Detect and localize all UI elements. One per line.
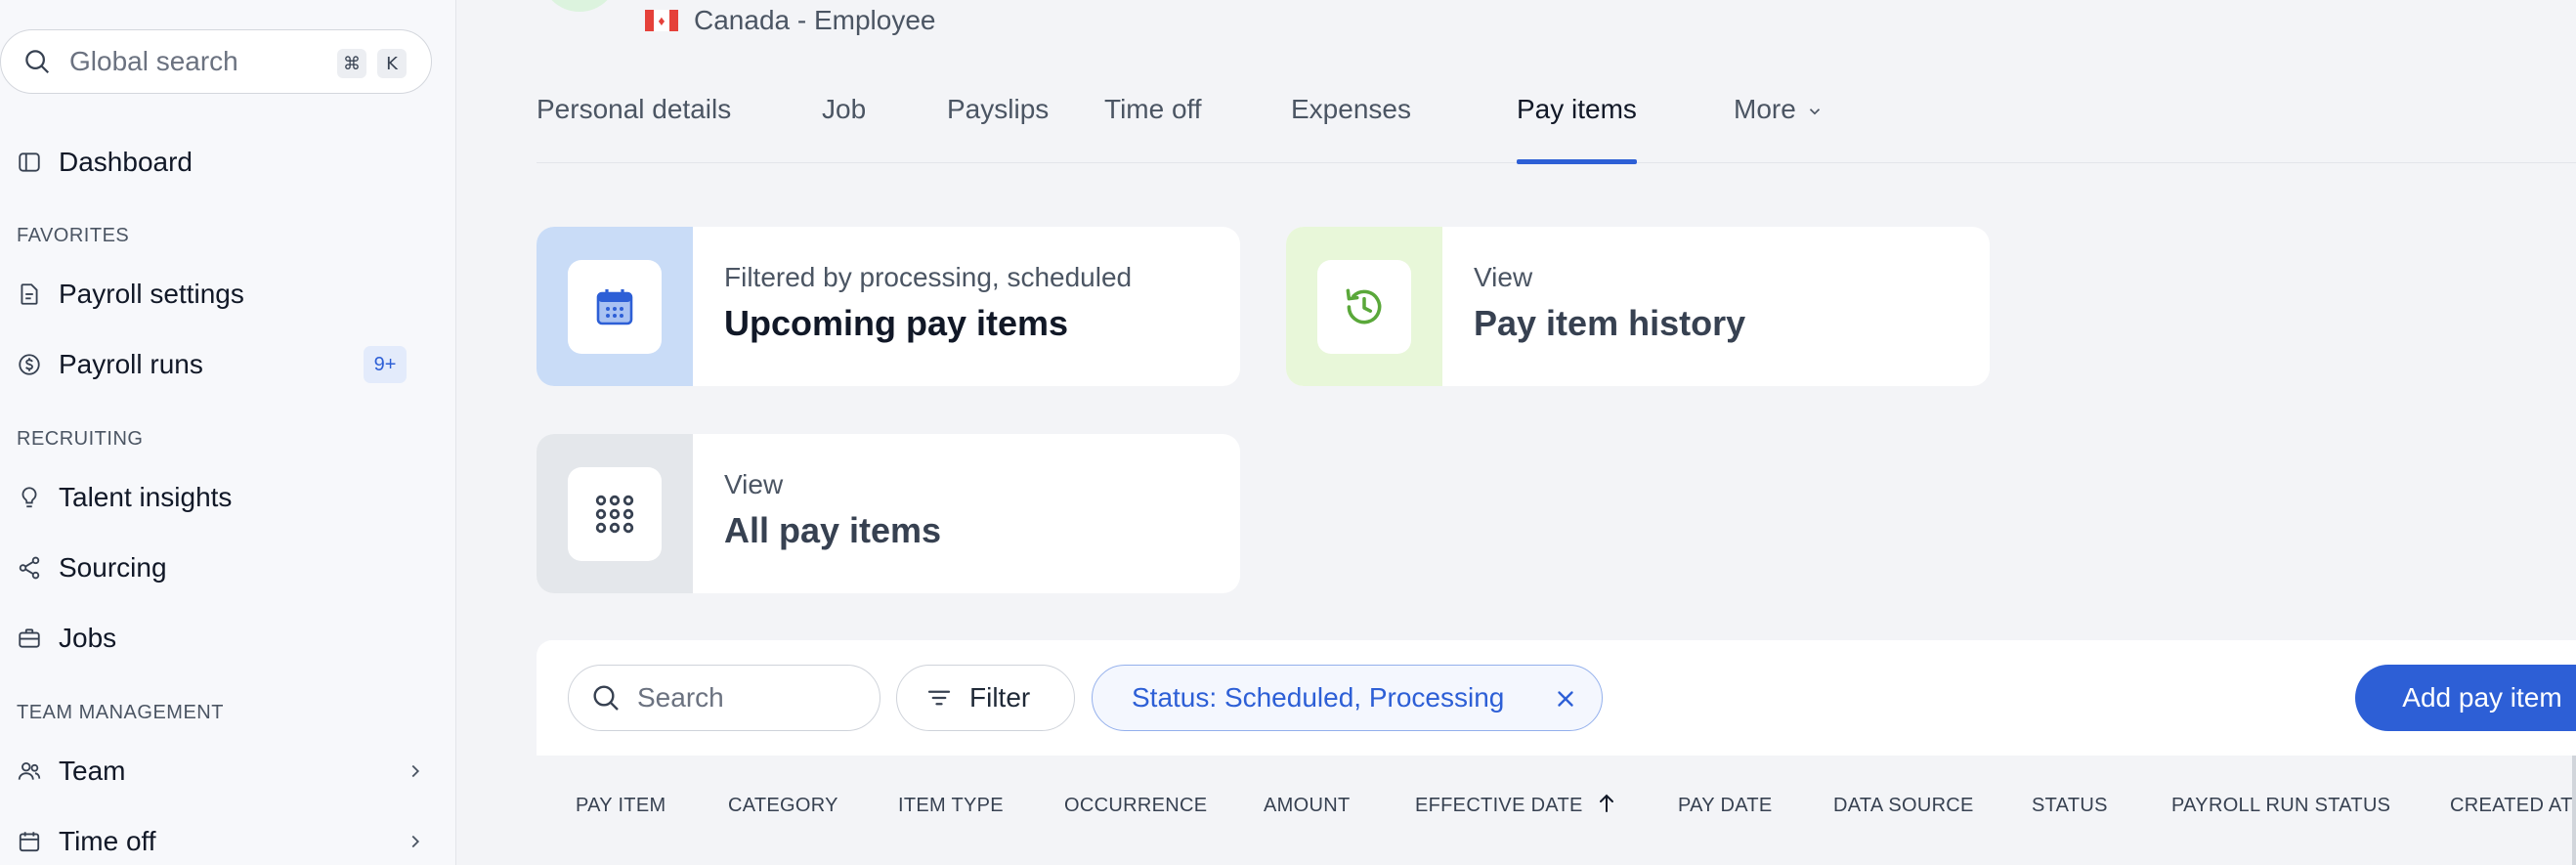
sidebar-item-jobs[interactable]: Jobs [16, 617, 426, 660]
profile-tabs: Personal details Job Payslips Time off E… [537, 88, 2576, 164]
card-icon-area [1286, 227, 1442, 386]
card-subtitle: View [1474, 262, 1533, 292]
search-icon [25, 50, 50, 74]
column-header[interactable]: AMOUNT [1264, 795, 1350, 817]
table-header: PAY ITEM CATEGORY ITEM TYPE OCCURRENCE A… [537, 756, 2576, 865]
section-team-management: TEAM MANAGEMENT [17, 702, 224, 723]
dollar-circle-icon [16, 351, 43, 378]
status-filter-chip[interactable]: Status: Scheduled, Processing [1092, 665, 1603, 731]
sidebar-item-time-off[interactable]: Time off [16, 820, 426, 863]
tab-payslips[interactable]: Payslips [947, 94, 1049, 163]
column-header[interactable]: PAY DATE [1678, 795, 1773, 817]
shortcut-cmd-key: ⌘ [337, 49, 366, 78]
column-header[interactable]: OCCURRENCE [1064, 795, 1207, 817]
calendar-grid-icon [596, 288, 633, 324]
sidebar-item-team[interactable]: Team [16, 750, 426, 793]
canada-flag-icon: ♦ [645, 10, 678, 31]
sidebar-item-label: Team [59, 756, 126, 786]
share-nodes-icon [16, 554, 43, 582]
tab-time-off[interactable]: Time off [1104, 94, 1202, 163]
search-placeholder: Search [637, 682, 724, 713]
card-icon-area [537, 227, 693, 386]
tab-more-label: More [1734, 94, 1796, 124]
card-title: All pay items [724, 510, 942, 550]
close-icon[interactable] [1553, 686, 1578, 712]
column-header[interactable]: CATEGORY [728, 795, 838, 817]
sort-ascending-arrow-icon [1599, 794, 1613, 812]
lightbulb-icon [16, 484, 43, 511]
filter-icon [927, 690, 951, 706]
search-icon [593, 685, 619, 711]
section-favorites: FAVORITES [17, 225, 130, 246]
main-content: ♦ Canada - Employee Personal details Job… [457, 0, 2576, 865]
document-icon [16, 281, 43, 308]
sidebar: Global search ⌘ K Dashboard FAVORITES Pa… [0, 0, 456, 865]
chevron-down-icon [1809, 108, 1820, 115]
card-title: Upcoming pay items [724, 303, 1069, 343]
sidebar-item-label: Talent insights [59, 482, 233, 512]
column-header[interactable]: STATUS [2032, 795, 2108, 817]
sidebar-item-label: Payroll runs [59, 349, 203, 379]
tab-more[interactable]: More [1734, 94, 1824, 163]
horizontal-scroll-edge [2572, 756, 2576, 865]
employee-type-label: Canada - Employee [694, 5, 936, 35]
sidebar-item-label: Sourcing [59, 552, 167, 583]
history-icon [1346, 288, 1382, 324]
all-pay-items-card[interactable]: View All pay items [537, 434, 1240, 593]
card-icon-tile [1317, 259, 1411, 354]
column-header[interactable]: PAY ITEM [576, 795, 665, 817]
card-subtitle: Filtered by processing, scheduled [724, 262, 1133, 292]
avatar [540, 0, 619, 12]
chevron-right-icon [411, 835, 420, 848]
tab-personal-details[interactable]: Personal details [537, 94, 731, 163]
sidebar-item-payroll-settings[interactable]: Payroll settings [16, 273, 426, 316]
sidebar-item-label: Jobs [59, 623, 117, 653]
dashboard-icon [16, 149, 43, 176]
tab-expenses[interactable]: Expenses [1291, 94, 1411, 163]
tab-job[interactable]: Job [822, 94, 866, 163]
global-search-placeholder: Global search [69, 46, 238, 76]
card-icon-tile [568, 466, 662, 561]
card-title: Pay item history [1474, 303, 1746, 343]
filter-button[interactable]: Filter [896, 665, 1075, 731]
column-header-label: EFFECTIVE DATE [1415, 795, 1583, 816]
payroll-runs-badge: 9+ [364, 346, 407, 383]
sidebar-item-dashboard[interactable]: Dashboard [16, 141, 426, 184]
sidebar-item-talent-insights[interactable]: Talent insights [16, 476, 426, 519]
pay-items-search-input[interactable]: Search [568, 665, 880, 731]
sidebar-item-payroll-runs[interactable]: Payroll runs 9+ [16, 343, 426, 386]
calendar-icon [16, 828, 43, 855]
card-subtitle: View [724, 469, 784, 499]
add-pay-item-button[interactable]: Add pay item [2355, 665, 2576, 731]
sidebar-item-sourcing[interactable]: Sourcing [16, 546, 426, 589]
pay-items-toolbar: Search Filter Status: Scheduled, Process… [537, 640, 2576, 756]
employee-type: ♦ Canada - Employee [645, 2, 935, 39]
tab-pay-items[interactable]: Pay items [1517, 94, 1637, 164]
briefcase-icon [16, 625, 43, 652]
card-icon-tile [568, 259, 662, 354]
sidebar-item-label: Payroll settings [59, 279, 244, 309]
column-header[interactable]: ITEM TYPE [898, 795, 1004, 817]
grid-dots-icon [595, 495, 634, 533]
filter-button-label: Filter [969, 682, 1031, 713]
column-header[interactable]: DATA SOURCE [1833, 795, 1974, 817]
global-search-input[interactable]: Global search ⌘ K [0, 29, 432, 94]
chevron-right-icon [411, 764, 420, 778]
status-filter-label: Status: Scheduled, Processing [1132, 682, 1505, 713]
sidebar-item-label: Time off [59, 826, 156, 856]
people-icon [16, 757, 43, 785]
section-recruiting: RECRUITING [17, 428, 144, 450]
sidebar-item-label: Dashboard [59, 147, 193, 177]
column-header[interactable]: PAYROLL RUN STATUS [2171, 795, 2390, 817]
pay-item-history-card[interactable]: View Pay item history [1286, 227, 1990, 386]
column-header[interactable]: CREATED AT [2450, 795, 2573, 817]
column-header-effective-date[interactable]: EFFECTIVE DATE [1415, 794, 1618, 817]
card-icon-area [537, 434, 693, 593]
shortcut-k-key: K [377, 49, 407, 78]
upcoming-pay-items-card[interactable]: Filtered by processing, scheduled Upcomi… [537, 227, 1240, 386]
